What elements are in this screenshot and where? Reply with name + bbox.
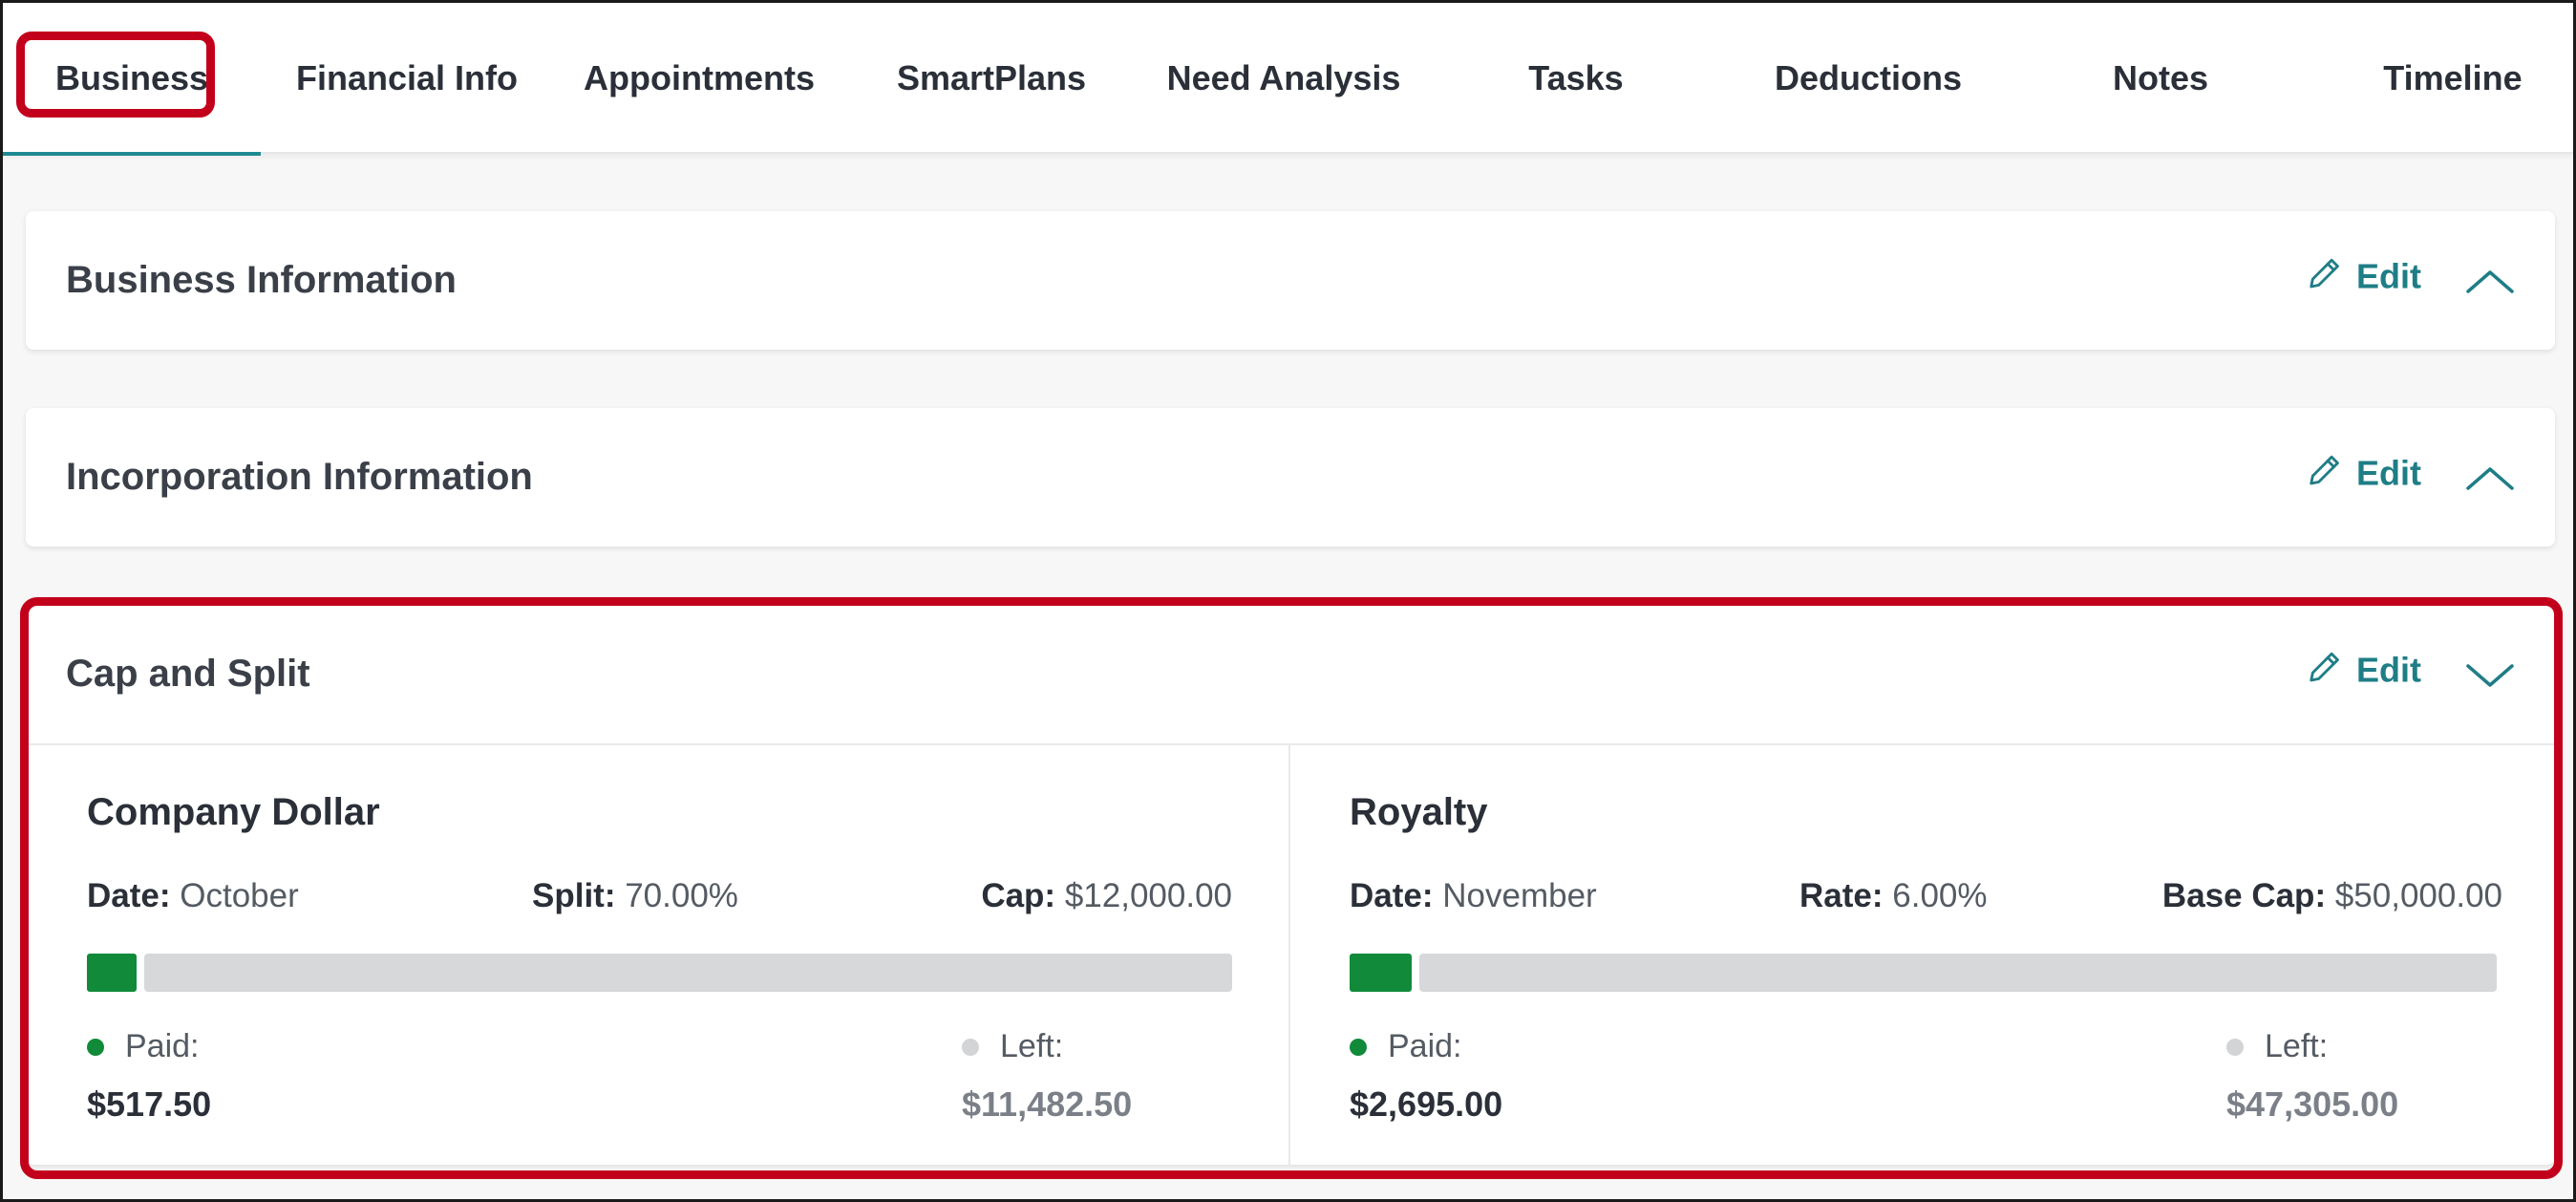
- paid-dot-icon: [87, 1038, 104, 1056]
- incorporation-information-header[interactable]: Incorporation Information Edit: [26, 408, 2555, 547]
- royalty-paid-amount: $2,695.00: [1350, 1084, 1503, 1124]
- chevron-up-icon[interactable]: [2465, 463, 2515, 492]
- company-dollar-left-amount: $11,482.50: [962, 1084, 1133, 1124]
- pencil-icon: [2307, 451, 2343, 496]
- paid-dot-icon: [1350, 1038, 1367, 1056]
- tab-tasks[interactable]: Tasks: [1430, 3, 1722, 154]
- company-dollar-paid-amount: $517.50: [87, 1084, 212, 1124]
- left-legend: Left:: [2226, 1028, 2328, 1065]
- chevron-down-icon[interactable]: [2465, 660, 2515, 689]
- progress-paid-fill: [87, 954, 137, 992]
- cap-and-split-card: Cap and Split Edit Company Dollar Date: …: [26, 605, 2555, 1165]
- tab-bar: Business Financial Info Appointments Sma…: [3, 3, 2573, 156]
- tab-financial-info[interactable]: Financial Info: [261, 3, 553, 154]
- business-information-title: Business Information: [66, 259, 457, 301]
- cap-and-split-header[interactable]: Cap and Split Edit: [26, 605, 2555, 743]
- rate-value: 6.00%: [1892, 877, 1988, 914]
- tab-notes[interactable]: Notes: [2014, 3, 2307, 154]
- tab-timeline[interactable]: Timeline: [2307, 3, 2573, 154]
- edit-label: Edit: [2356, 256, 2421, 296]
- company-dollar-panel: Company Dollar Date: October Split: 70.0…: [26, 745, 1288, 1165]
- company-dollar-title: Company Dollar: [87, 791, 380, 833]
- cap-label: Cap:: [981, 877, 1056, 914]
- tab-smartplans[interactable]: SmartPlans: [845, 3, 1138, 154]
- tab-need-analysis[interactable]: Need Analysis: [1138, 3, 1430, 154]
- edit-label: Edit: [2356, 453, 2421, 493]
- royalty-panel: Royalty Date: November Rate: 6.00% Base …: [1290, 745, 2555, 1165]
- incorporation-information-edit-button[interactable]: Edit: [2307, 451, 2421, 496]
- business-information-edit-button[interactable]: Edit: [2307, 254, 2421, 299]
- paid-legend: Paid:: [87, 1028, 200, 1065]
- business-information-card: Business Information Edit: [26, 211, 2555, 350]
- company-dollar-progress-bar: [87, 954, 1232, 992]
- progress-paid-fill: [1350, 954, 1412, 992]
- tab-deductions[interactable]: Deductions: [1722, 3, 2014, 154]
- business-information-header[interactable]: Business Information Edit: [26, 211, 2555, 350]
- progress-remaining: [144, 954, 1232, 992]
- paid-label: Paid:: [1388, 1028, 1462, 1064]
- left-dot-icon: [2226, 1038, 2244, 1056]
- progress-remaining: [1419, 954, 2497, 992]
- pencil-icon: [2307, 254, 2343, 299]
- royalty-date: Date: November: [1350, 877, 1597, 915]
- incorporation-information-title: Incorporation Information: [66, 456, 533, 498]
- royalty-base-cap: Base Cap: $50,000.00: [2162, 877, 2502, 915]
- pencil-icon: [2307, 648, 2343, 693]
- split-value: 70.00%: [625, 877, 738, 914]
- edit-label: Edit: [2356, 650, 2421, 690]
- royalty-rate: Rate: 6.00%: [1799, 877, 1988, 915]
- royalty-title: Royalty: [1350, 791, 1488, 833]
- chevron-up-icon[interactable]: [2465, 267, 2515, 295]
- left-label: Left:: [1000, 1028, 1064, 1064]
- left-legend: Left:: [962, 1028, 1063, 1065]
- company-dollar-cap: Cap: $12,000.00: [981, 877, 1232, 915]
- base-cap-label: Base Cap:: [2161, 877, 2327, 914]
- base-cap-value: $50,000.00: [2334, 877, 2502, 914]
- tab-business[interactable]: Business: [3, 3, 261, 156]
- company-dollar-date: Date: October: [87, 877, 299, 915]
- rate-label: Rate:: [1799, 877, 1884, 914]
- paid-label: Paid:: [125, 1028, 200, 1064]
- split-label: Split:: [532, 877, 616, 914]
- tab-appointments[interactable]: Appointments: [553, 3, 845, 154]
- left-dot-icon: [962, 1038, 979, 1056]
- royalty-left-amount: $47,305.00: [2226, 1084, 2399, 1124]
- date-value: November: [1442, 877, 1597, 914]
- date-value: October: [180, 877, 299, 914]
- app-frame: Business Financial Info Appointments Sma…: [0, 0, 2576, 1202]
- cap-and-split-title: Cap and Split: [66, 653, 310, 695]
- company-dollar-split: Split: 70.00%: [532, 877, 738, 915]
- incorporation-information-card: Incorporation Information Edit: [26, 408, 2555, 547]
- date-label: Date:: [87, 877, 171, 914]
- cap-value: $12,000.00: [1064, 877, 1232, 914]
- cap-and-split-edit-button[interactable]: Edit: [2307, 648, 2421, 693]
- royalty-progress-bar: [1350, 954, 2497, 992]
- left-label: Left:: [2265, 1028, 2329, 1064]
- date-label: Date:: [1350, 877, 1434, 914]
- paid-legend: Paid:: [1350, 1028, 1462, 1065]
